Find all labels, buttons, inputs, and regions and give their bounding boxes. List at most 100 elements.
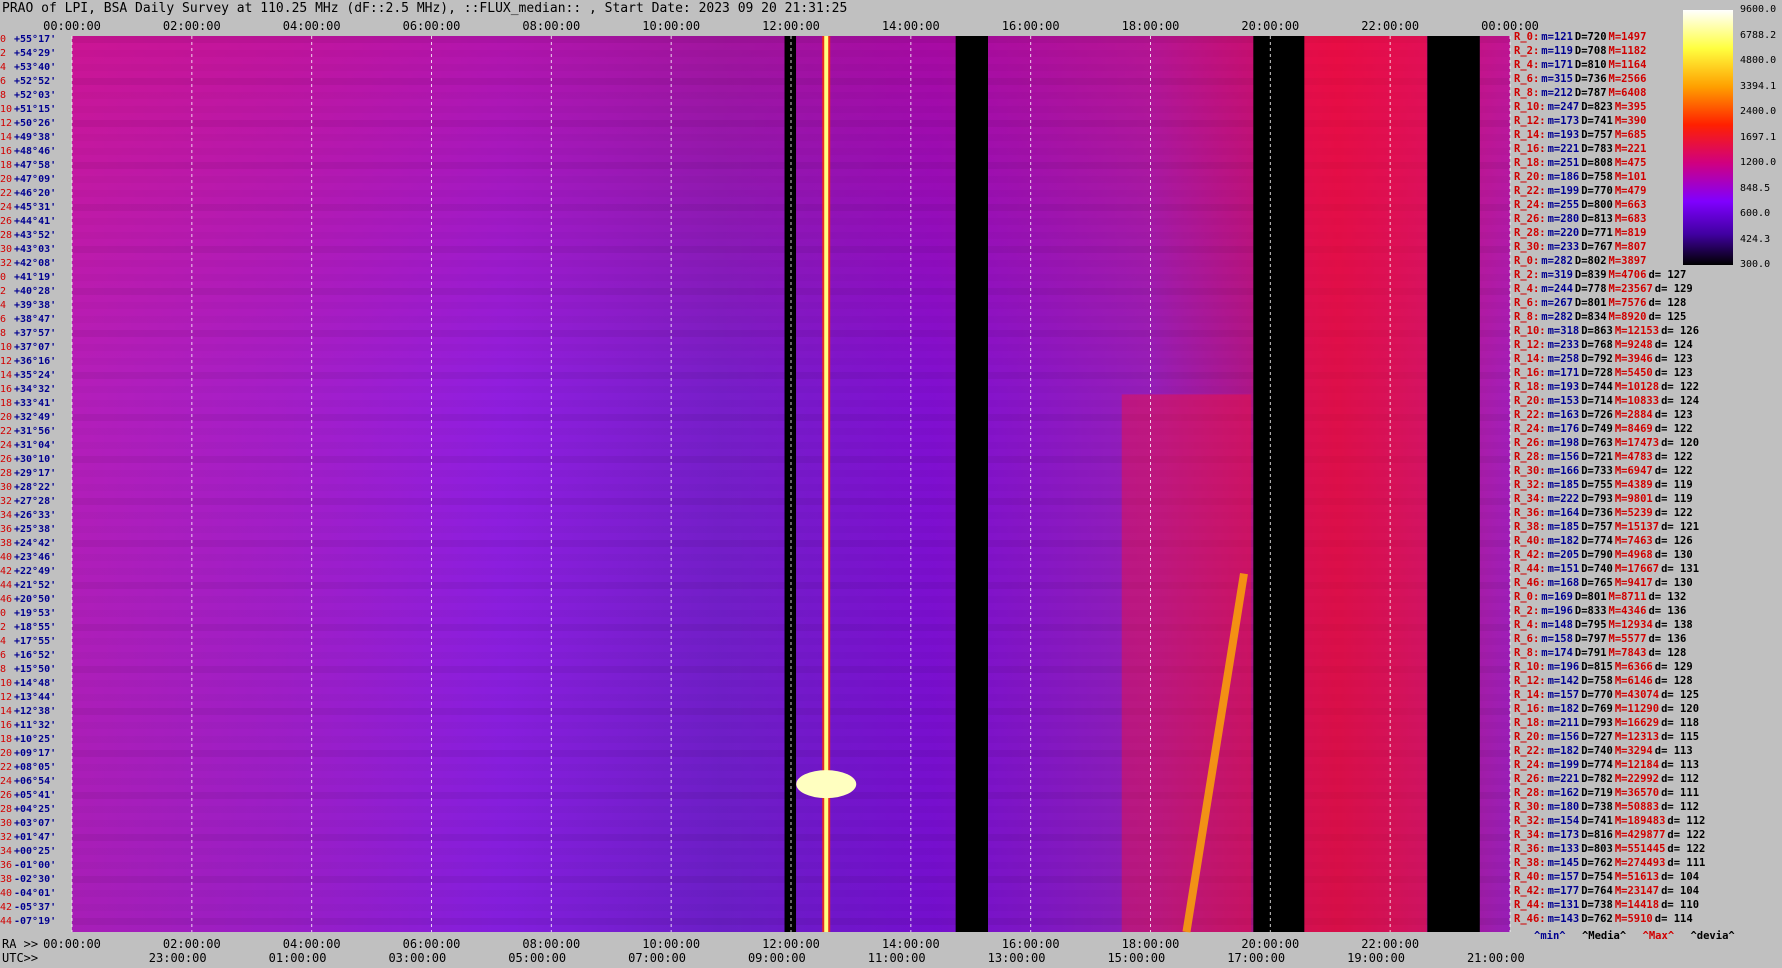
- stats-row: R_6: m=158 D=797 M=5577 d= 136: [1514, 632, 1688, 646]
- stat-max: M=12934: [1608, 619, 1653, 631]
- stat-min: m=185: [1547, 479, 1580, 491]
- stat-median: D=764: [1581, 885, 1613, 897]
- stat-max: M=2566: [1608, 73, 1647, 85]
- stats-row: R_10: m=318 D=863 M=12153 d= 126: [1514, 324, 1701, 338]
- stat-median: D=800: [1581, 199, 1613, 211]
- stat-min: m=162: [1547, 787, 1580, 799]
- stat-name: R_8:: [1514, 87, 1540, 99]
- stat-max: M=274493: [1614, 857, 1666, 869]
- stat-name: R_2:: [1514, 45, 1540, 57]
- row-declination: +39°38': [14, 300, 57, 311]
- stats-row: R_24: m=199 D=774 M=12184 d= 113: [1514, 758, 1701, 772]
- stat-min: m=267: [1541, 297, 1573, 309]
- stat-name: R_0:: [1514, 591, 1540, 603]
- stat-min: m=158: [1541, 633, 1573, 645]
- stat-max: M=10128: [1614, 381, 1660, 393]
- declination-row-label: 2 +54°29': [0, 47, 56, 61]
- stat-max: M=1182: [1608, 45, 1647, 57]
- stat-min: m=199: [1547, 759, 1580, 771]
- stat-median: D=740: [1581, 745, 1613, 757]
- ra-tick-label: 22:00:00: [1361, 937, 1419, 951]
- stat-max: M=6947: [1614, 465, 1653, 477]
- stat-median: D=802: [1574, 255, 1607, 267]
- stat-name: R_20:: [1514, 731, 1546, 743]
- stat-min: m=221: [1547, 143, 1580, 155]
- row-index: 24: [0, 202, 13, 213]
- stat-max: M=16629: [1614, 717, 1660, 729]
- declination-row-label: 10 +37°07': [0, 341, 56, 355]
- stat-max: M=4968: [1614, 549, 1653, 561]
- stats-row: R_6: m=267 D=801 M=7576 d= 128: [1514, 296, 1688, 310]
- stat-dev: d= 126: [1661, 325, 1700, 337]
- stat-min: m=247: [1547, 101, 1580, 113]
- stat-name: R_24:: [1514, 423, 1546, 435]
- stat-max: M=9417: [1614, 577, 1653, 589]
- declination-row-label: 40 -04°01': [0, 887, 56, 901]
- row-declination: +32°49': [14, 412, 57, 423]
- stat-median: D=749: [1581, 423, 1613, 435]
- declination-row-label: 38 -02°30': [0, 873, 56, 887]
- stats-row: R_18: m=251 D=808 M=475: [1514, 156, 1648, 170]
- legend-min: ^min^: [1534, 930, 1566, 942]
- stat-max: M=5910: [1614, 913, 1653, 925]
- declination-row-label: 46 +20°50': [0, 593, 56, 607]
- stat-dev: d= 123: [1654, 409, 1693, 421]
- stat-name: R_0:: [1514, 31, 1540, 43]
- stats-row: R_40: m=182 D=774 M=7463 d= 126: [1514, 534, 1695, 548]
- stat-median: D=767: [1581, 241, 1613, 253]
- legend-dev: ^devia^: [1690, 930, 1735, 942]
- row-index: 16: [0, 146, 13, 157]
- declination-row-label: 10 +51°15': [0, 103, 56, 117]
- stat-dev: d= 129: [1654, 661, 1693, 673]
- stat-min: m=185: [1547, 521, 1580, 533]
- stat-min: m=199: [1547, 185, 1580, 197]
- declination-row-label: 30 +03°07': [0, 817, 56, 831]
- utc-tick-label: 11:00:00: [868, 951, 926, 965]
- row-index: 6: [0, 650, 7, 661]
- stat-name: R_28:: [1514, 787, 1546, 799]
- stat-min: m=169: [1541, 591, 1573, 603]
- declination-row-label: 16 +34°32': [0, 383, 56, 397]
- stat-name: R_20:: [1514, 171, 1546, 183]
- stat-name: R_42:: [1514, 885, 1546, 897]
- data-gap: [1253, 36, 1305, 932]
- row-declination: +03°07': [14, 818, 57, 829]
- stat-dev: d= 111: [1667, 857, 1706, 869]
- row-declination: +18°55': [14, 622, 57, 633]
- stat-dev: d= 128: [1654, 675, 1693, 687]
- stat-dev: d= 125: [1648, 311, 1687, 323]
- stat-dev: d= 123: [1654, 367, 1693, 379]
- stat-min: m=222: [1547, 493, 1580, 505]
- stat-min: m=133: [1547, 843, 1580, 855]
- stat-name: R_30:: [1514, 465, 1546, 477]
- stat-name: R_24:: [1514, 759, 1546, 771]
- declination-row-label: 28 +29°17': [0, 467, 56, 481]
- row-declination: +38°47': [14, 314, 57, 325]
- stat-min: m=142: [1547, 675, 1580, 687]
- stat-name: R_22:: [1514, 409, 1546, 421]
- stat-dev: d= 112: [1661, 773, 1700, 785]
- row-declination: +40°28': [14, 286, 57, 297]
- utc-tick-label: 23:00:00: [149, 951, 207, 965]
- row-declination: +51°15': [14, 104, 57, 115]
- row-declination: +42°08': [14, 258, 57, 269]
- declination-row-label: 28 +04°25': [0, 803, 56, 817]
- stat-min: m=119: [1541, 45, 1573, 57]
- row-index: 30: [0, 244, 13, 255]
- row-declination: +50°26': [14, 118, 57, 129]
- stat-median: D=719: [1581, 787, 1613, 799]
- stat-max: M=8469: [1614, 423, 1653, 435]
- top-tick-label: 06:00:00: [403, 19, 461, 33]
- row-index: 46: [0, 594, 13, 605]
- stats-row: R_28: m=220 D=771 M=819: [1514, 226, 1648, 240]
- stat-min: m=221: [1547, 773, 1580, 785]
- stats-row: R_32: m=154 D=741 M=189483 d= 112: [1514, 814, 1707, 828]
- stat-median: D=778: [1574, 283, 1607, 295]
- stat-max: M=663: [1614, 199, 1647, 211]
- stat-min: m=177: [1547, 885, 1580, 897]
- stats-row: R_30: m=166 D=733 M=6947 d= 122: [1514, 464, 1695, 478]
- stat-max: M=9801: [1614, 493, 1653, 505]
- declination-row-label: 38 +24°42': [0, 537, 56, 551]
- stat-max: M=8711: [1608, 591, 1647, 603]
- row-index: 38: [0, 874, 13, 885]
